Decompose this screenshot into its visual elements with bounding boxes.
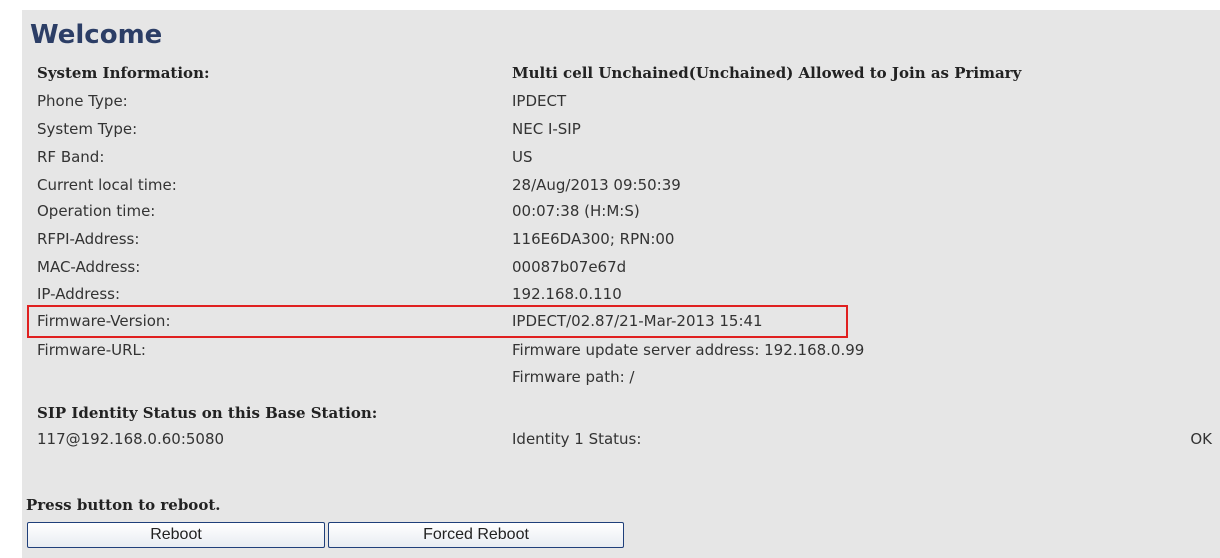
info-value: NEC I-SIP	[512, 120, 581, 138]
info-row-ip-address: IP-Address: 192.168.0.110	[37, 282, 1212, 306]
info-value: 28/Aug/2013 09:50:39	[512, 176, 681, 194]
sip-status-label: Identity 1 Status:	[512, 430, 642, 448]
firmware-version-highlight-box	[27, 305, 848, 338]
info-row-rf-band: RF Band: US	[37, 145, 1212, 169]
sip-identity-row: 117@192.168.0.60:5080 Identity 1 Status:…	[37, 427, 1212, 451]
info-label: RF Band:	[37, 148, 105, 166]
info-value: Firmware path: /	[512, 368, 635, 386]
info-value: IPDECT	[512, 92, 567, 110]
info-value: 116E6DA300; RPN:00	[512, 230, 675, 248]
sip-status-value: OK	[1190, 430, 1212, 448]
info-label: Operation time:	[37, 202, 156, 220]
info-label: Firmware-URL:	[37, 341, 146, 359]
info-value: Firmware update server address: 192.168.…	[512, 341, 865, 359]
sip-identity-address: 117@192.168.0.60:5080	[37, 430, 225, 448]
page-title: Welcome	[30, 20, 163, 50]
info-row-system-type: System Type: NEC I-SIP	[37, 117, 1212, 141]
info-label: System Type:	[37, 120, 138, 138]
info-row-rfpi-address: RFPI-Address: 116E6DA300; RPN:00	[37, 227, 1212, 251]
info-row-mac-address: MAC-Address: 00087b07e67d	[37, 255, 1212, 279]
sip-identity-heading: SIP Identity Status on this Base Station…	[37, 404, 378, 422]
reboot-button[interactable]: Reboot	[27, 522, 325, 548]
system-info-header-row: System Information: Multi cell Unchained…	[37, 61, 1212, 85]
info-row-local-time: Current local time: 28/Aug/2013 09:50:39	[37, 173, 1212, 197]
info-row-operation-time: Operation time: 00:07:38 (H:M:S)	[37, 199, 1212, 223]
info-value: US	[512, 148, 533, 166]
sip-header-row: SIP Identity Status on this Base Station…	[37, 401, 1212, 425]
info-value: 192.168.0.110	[512, 285, 622, 303]
info-row-phone-type: Phone Type: IPDECT	[37, 89, 1212, 113]
info-label: Current local time:	[37, 176, 177, 194]
info-row-firmware-url: Firmware-URL: Firmware update server add…	[37, 338, 1212, 362]
info-label: MAC-Address:	[37, 258, 141, 276]
info-value: 00087b07e67d	[512, 258, 627, 276]
forced-reboot-button[interactable]: Forced Reboot	[328, 522, 624, 548]
info-row-firmware-path: Firmware path: /	[37, 365, 1212, 389]
reboot-prompt: Press button to reboot.	[26, 496, 221, 514]
system-mode-value: Multi cell Unchained(Unchained) Allowed …	[512, 64, 1022, 82]
system-info-heading: System Information:	[37, 64, 210, 82]
info-label: RFPI-Address:	[37, 230, 140, 248]
info-value: 00:07:38 (H:M:S)	[512, 202, 640, 220]
info-label: Phone Type:	[37, 92, 128, 110]
info-label: IP-Address:	[37, 285, 121, 303]
